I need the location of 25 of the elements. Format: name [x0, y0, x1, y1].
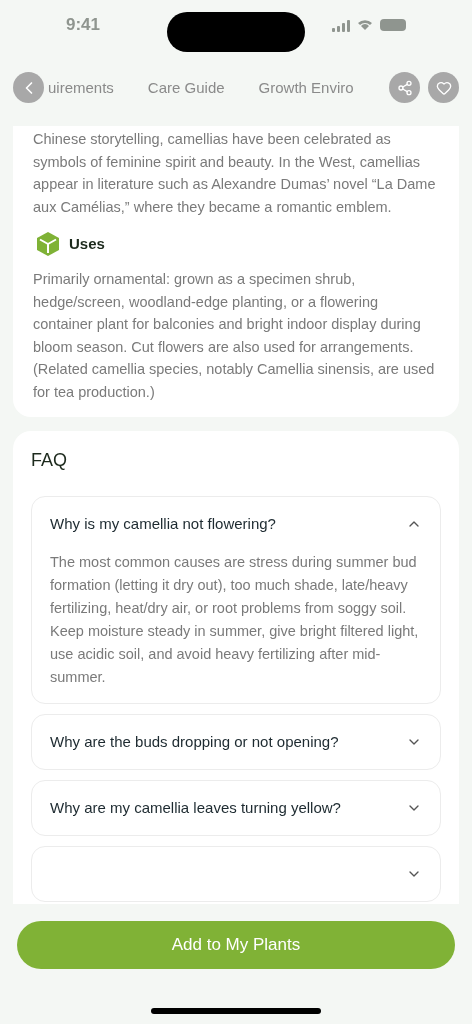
favorite-button[interactable] [428, 72, 459, 103]
section-tab[interactable]: Growth Enviro [258, 76, 354, 100]
add-to-my-plants-button[interactable]: Add to My Plants [17, 921, 455, 969]
section-tab[interactable]: uirements [48, 76, 114, 100]
faq-answer: The most common causes are stress during summer bud formation (letting it dry out), too much shade, late/heavy fertilizing, heat/dry air, or root problems from soggy soil. Keep moisture steady in summer, give bright filtered light, use acidic soil, and avoid heavy fertilizing after mid-summer. [50, 553, 420, 687]
share-icon [396, 79, 413, 96]
section-tab[interactable]: Care Guide [147, 76, 225, 100]
faq-item[interactable]: Why are my camellia leaves turning yellow? [31, 780, 441, 836]
battery-icon [380, 19, 406, 31]
cube-icon [37, 232, 59, 256]
faq-item[interactable] [31, 496, 441, 704]
back-button[interactable] [13, 72, 44, 103]
uses-heading: Uses [69, 233, 105, 254]
faq-question: Why is my camellia not flowering? [50, 513, 276, 534]
heart-icon [435, 79, 452, 96]
signal-icon [332, 18, 350, 32]
uses-text: Primarily ornamental: grown as a specimen shrub, hedge/screen, woodland-edge planting, or a flowering container plant for balconies and bright indoor display during bloom season. Cut flowers are also used for arrangements. (Related camellia species, notably Camellia sinensis, are used for tea production.) [33, 270, 436, 402]
faq-question: Why are my camellia leaves turning yellow? [50, 797, 341, 818]
history-text: Chinese storytelling, camellias have been celebrated as symbols of feminine spirit and beauty. In the West, camellias appear in literature such as Alexandre Dumas’ novel “La Dame aux Camélias,” where they became a romantic emblem. [33, 130, 437, 217]
faq-heading: FAQ [31, 449, 68, 472]
wifi-icon [357, 19, 373, 31]
faq-question: Why are the buds dropping or not opening? [50, 731, 339, 752]
status-time: 9:41 [66, 14, 101, 37]
share-button[interactable] [389, 72, 420, 103]
faq-item[interactable]: Why are the buds dropping or not opening? [31, 714, 441, 770]
